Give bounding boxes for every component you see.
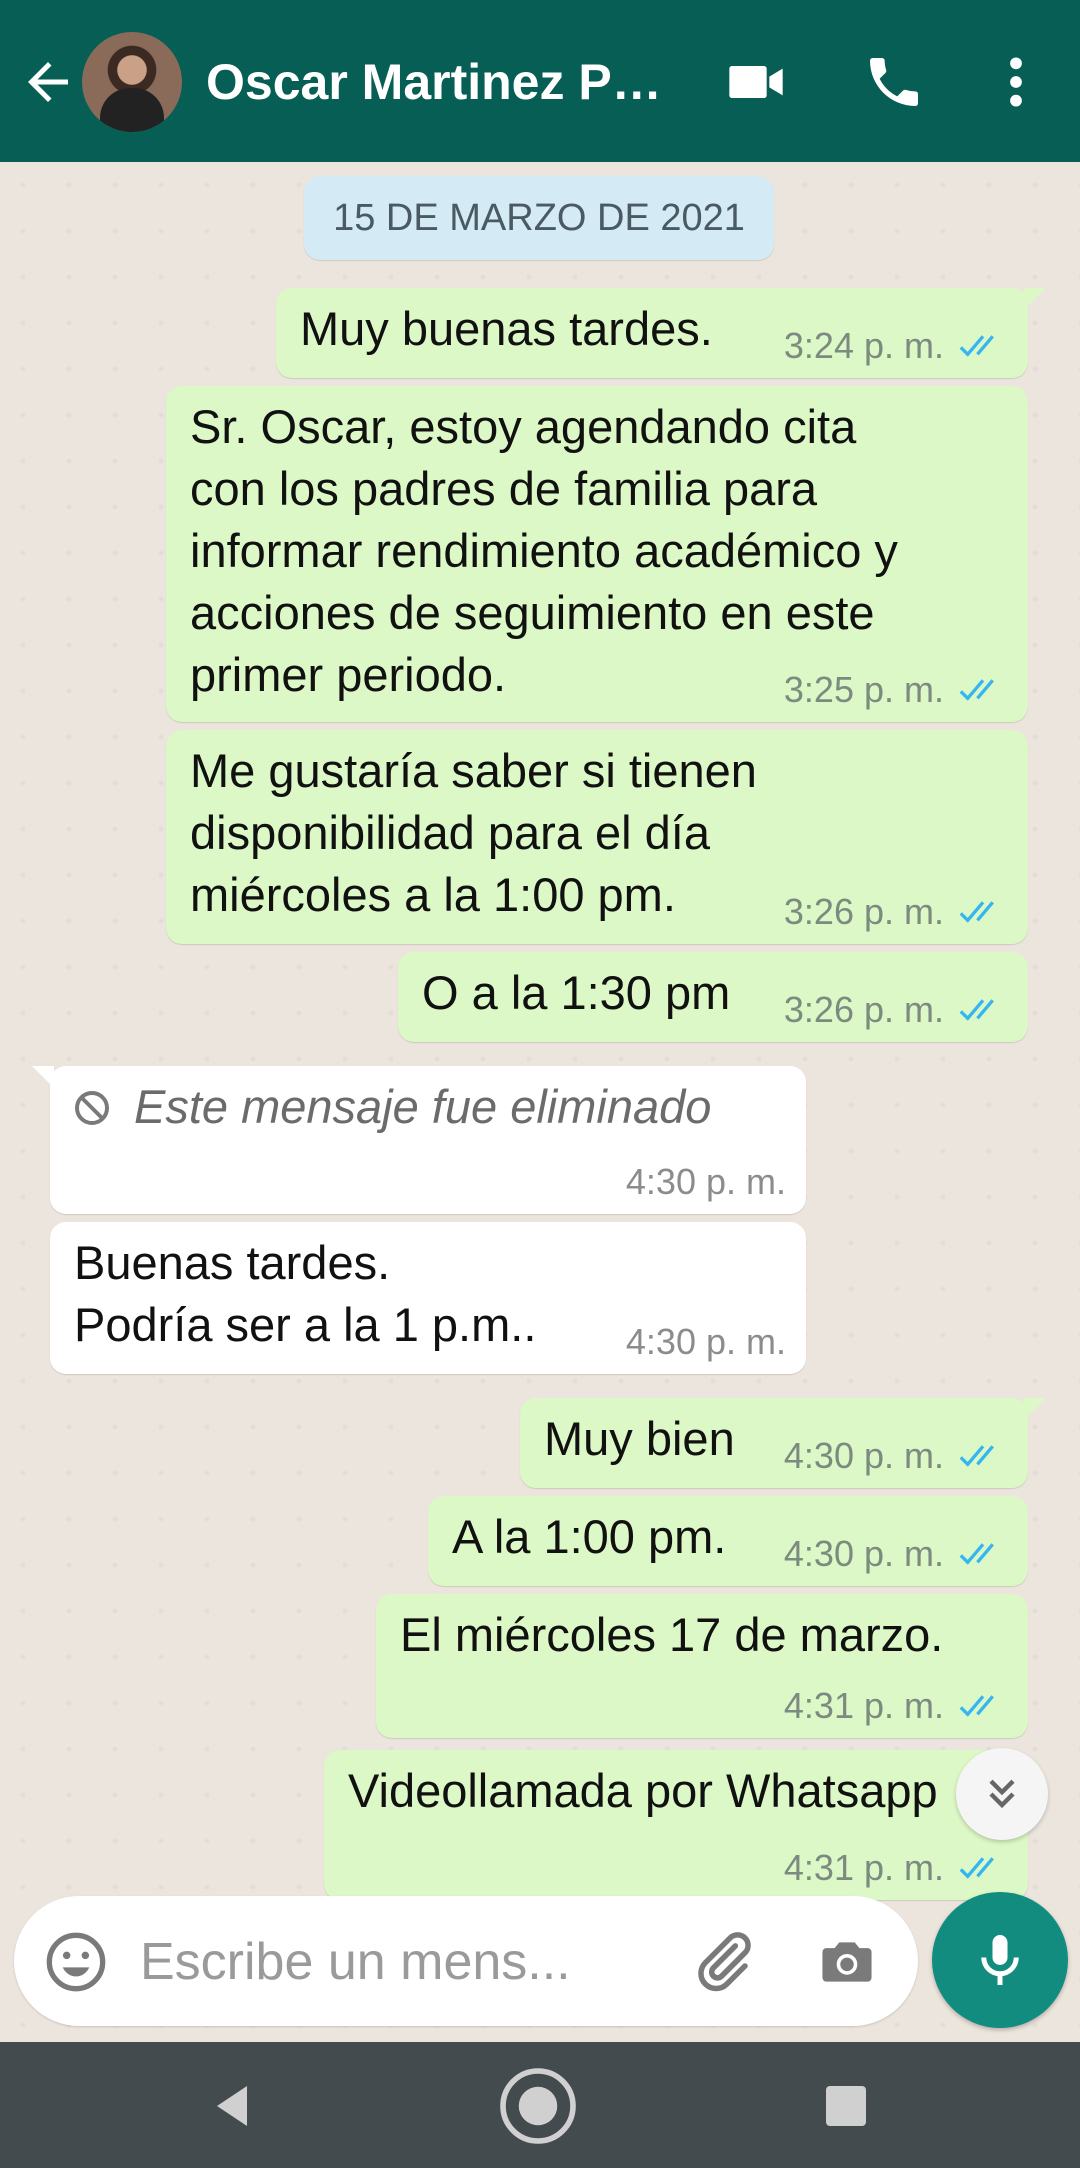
message-meta: 3:25 p. m. xyxy=(784,668,1008,712)
message-bubble-outgoing[interactable]: Videollamada por Whatsapp 4:31 p. m. xyxy=(324,1750,1028,1900)
nav-home-icon[interactable] xyxy=(496,2064,580,2148)
message-text: Me gustaría saber si tienen disponibilid… xyxy=(190,744,757,921)
message-meta: 4:30 p. m. xyxy=(784,1434,1008,1478)
bubble-tail xyxy=(1024,288,1046,310)
read-ticks-icon xyxy=(959,1445,994,1467)
message-meta: 3:24 p. m. xyxy=(784,324,1008,368)
message-time: 3:25 p. m. xyxy=(783,669,944,710)
bubble-tail xyxy=(1024,1398,1046,1420)
message-meta: 3:26 p. m. xyxy=(784,890,1008,934)
message-text: Muy buenas tardes. xyxy=(300,302,713,355)
camera-icon[interactable] xyxy=(814,1930,880,1992)
message-time: 4:30 p. m. xyxy=(783,1533,944,1574)
message-text: A la 1:00 pm. xyxy=(452,1510,727,1563)
message-meta: 4:30 p. m. xyxy=(784,1532,1008,1576)
bubble-tail xyxy=(32,1066,54,1088)
message-time: 4:30 p. m. xyxy=(625,1161,786,1202)
voice-message-button[interactable] xyxy=(932,1892,1068,2028)
read-ticks-icon xyxy=(959,999,994,1021)
message-text: Buenas tardes. Podría ser a la 1 p.m.. xyxy=(74,1236,537,1351)
more-vert-icon[interactable] xyxy=(984,50,1048,114)
date-chip: 15 DE MARZO DE 2021 xyxy=(304,176,774,260)
message-meta: 4:30 p. m. xyxy=(626,1160,786,1204)
message-meta: 4:30 p. m. xyxy=(626,1320,786,1364)
nav-back-icon[interactable] xyxy=(202,2076,262,2136)
scroll-to-bottom-button[interactable] xyxy=(956,1748,1048,1840)
message-bubble-outgoing[interactable]: El miércoles 17 de marzo. 4:31 p. m. xyxy=(376,1594,1028,1738)
read-ticks-icon xyxy=(959,1695,994,1717)
read-ticks-icon xyxy=(959,901,994,923)
mic-icon xyxy=(981,1935,1019,1985)
message-composer xyxy=(14,1896,918,2026)
chat-header: Oscar Martinez Pa... xyxy=(0,0,1080,162)
message-text: El miércoles 17 de marzo. xyxy=(400,1608,944,1661)
message-bubble-incoming[interactable]: Buenas tardes. Podría ser a la 1 p.m.. 4… xyxy=(50,1222,806,1374)
message-bubble-outgoing[interactable]: O a la 1:30 pm 3:26 p. m. xyxy=(398,952,1028,1042)
message-text: Sr. Oscar, estoy agendando cita con los … xyxy=(190,400,898,701)
message-text: Este mensaje fue eliminado xyxy=(134,1080,712,1133)
attach-icon[interactable] xyxy=(690,1928,756,1994)
deleted-message-icon xyxy=(75,1091,109,1125)
message-time: 4:30 p. m. xyxy=(625,1321,786,1362)
read-ticks-icon xyxy=(959,1857,994,1879)
message-time: 4:31 p. m. xyxy=(783,1685,944,1726)
read-ticks-icon xyxy=(959,335,994,357)
message-bubble-outgoing[interactable]: A la 1:00 pm. 4:30 p. m. xyxy=(428,1496,1028,1586)
message-input[interactable] xyxy=(140,1926,640,1998)
contact-avatar[interactable] xyxy=(82,32,182,132)
system-navigation-bar xyxy=(0,2042,1080,2168)
chat-messages[interactable]: 15 DE MARZO DE 2021 Muy buenas tardes. 3… xyxy=(0,162,1080,2042)
message-text: Videollamada por Whatsapp xyxy=(348,1764,938,1817)
message-bubble-outgoing[interactable]: Muy bien 4:30 p. m. xyxy=(520,1398,1046,1488)
message-time: 3:24 p. m. xyxy=(783,325,944,366)
read-ticks-icon xyxy=(959,679,994,701)
contact-name[interactable]: Oscar Martinez Pa... xyxy=(206,50,676,114)
emoji-icon[interactable] xyxy=(44,1930,108,1994)
message-bubble-outgoing[interactable]: Me gustaría saber si tienen disponibilid… xyxy=(166,730,1028,944)
message-bubble-outgoing[interactable]: Muy buenas tardes. 3:24 p. m. xyxy=(276,288,1046,378)
message-bubble-outgoing[interactable]: Sr. Oscar, estoy agendando cita con los … xyxy=(166,386,1028,722)
message-text: O a la 1:30 pm xyxy=(422,966,731,1019)
read-ticks-icon xyxy=(959,1543,994,1565)
phone-icon[interactable] xyxy=(862,50,926,114)
message-time: 4:31 p. m. xyxy=(783,1847,944,1888)
message-time: 3:26 p. m. xyxy=(783,989,944,1030)
message-meta: 3:26 p. m. xyxy=(784,988,1008,1032)
message-bubble-incoming-deleted[interactable]: Este mensaje fue eliminado 4:30 p. m. xyxy=(32,1066,806,1214)
video-call-icon[interactable] xyxy=(724,50,788,114)
message-time: 4:30 p. m. xyxy=(783,1435,944,1476)
message-meta: 4:31 p. m. xyxy=(784,1684,1008,1728)
message-meta: 4:31 p. m. xyxy=(784,1846,1008,1890)
nav-recents-icon[interactable] xyxy=(822,2082,870,2130)
double-chevron-down-icon xyxy=(989,1779,1015,1809)
back-arrow-icon[interactable] xyxy=(18,52,78,112)
message-time: 3:26 p. m. xyxy=(783,891,944,932)
message-text: Muy bien xyxy=(544,1412,735,1465)
